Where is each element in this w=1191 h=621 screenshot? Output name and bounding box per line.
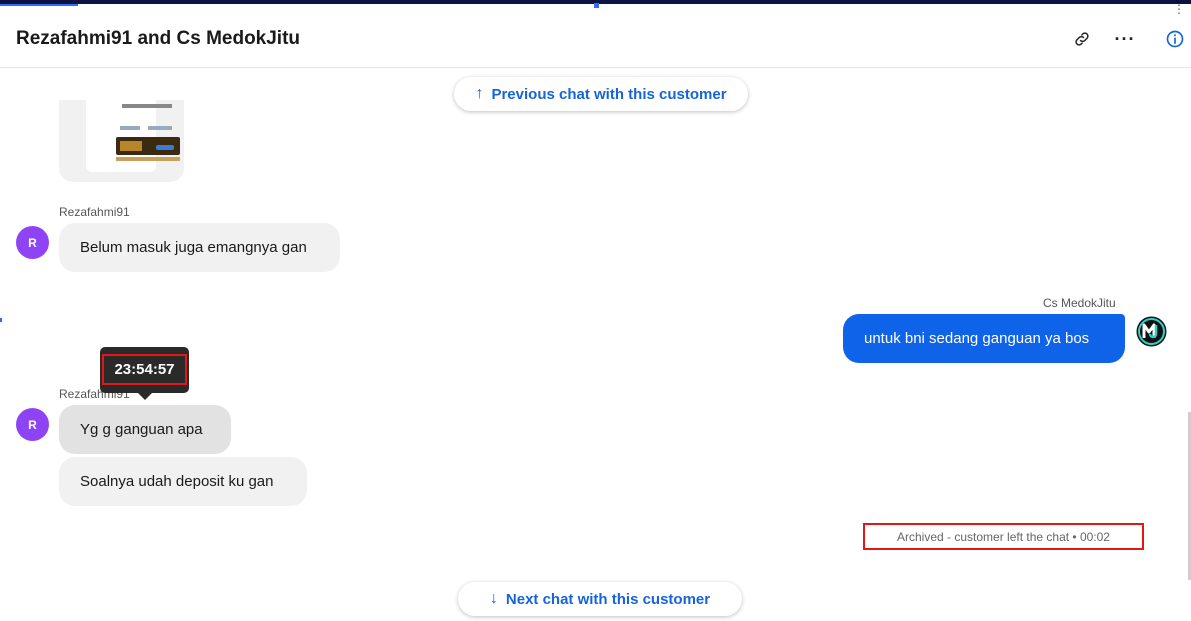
top-border	[0, 0, 1191, 8]
customer-avatar: R	[16, 408, 49, 441]
previous-chat-button[interactable]: ↑ Previous chat with this customer	[454, 77, 748, 111]
arrow-up-icon: ↑	[475, 85, 484, 102]
active-tab-indicator	[0, 4, 78, 6]
agent-message-bubble[interactable]: untuk bni sedang ganguan ya bos	[843, 314, 1125, 363]
message-bubble[interactable]: Belum masuk juga emangnya gan	[59, 223, 340, 272]
agent-avatar	[1135, 315, 1168, 348]
left-edge-marker	[0, 318, 2, 322]
message-sender: Cs MedokJitu	[1043, 296, 1116, 310]
chat-header: Rezafahmi91 and Cs MedokJitu ···	[0, 10, 1191, 68]
resize-handle[interactable]	[594, 3, 599, 8]
message-sender: Rezafahmi91	[59, 205, 130, 219]
tooltip-arrow	[138, 393, 152, 400]
image-preview	[86, 100, 180, 172]
image-attachment[interactable]	[59, 100, 184, 182]
chat-title: Rezafahmi91 and Cs MedokJitu	[16, 28, 301, 49]
arrow-down-icon: ↓	[489, 590, 498, 607]
message-bubble[interactable]: Yg g ganguan apa	[59, 405, 231, 454]
message-bubble[interactable]: Soalnya udah deposit ku gan	[59, 457, 307, 506]
more-icon[interactable]: ···	[1114, 28, 1136, 50]
previous-chat-label: Previous chat with this customer	[491, 85, 727, 103]
info-icon[interactable]	[1164, 28, 1186, 50]
link-icon[interactable]	[1071, 28, 1093, 50]
timestamp-tooltip: 23:54:57	[100, 347, 189, 400]
customer-avatar: R	[16, 226, 49, 259]
next-chat-button[interactable]: ↓ Next chat with this customer	[458, 582, 742, 616]
archived-status: Archived - customer left the chat • 00:0…	[863, 523, 1144, 550]
next-chat-label: Next chat with this customer	[505, 590, 711, 608]
tooltip-time: 23:54:57	[102, 354, 187, 385]
